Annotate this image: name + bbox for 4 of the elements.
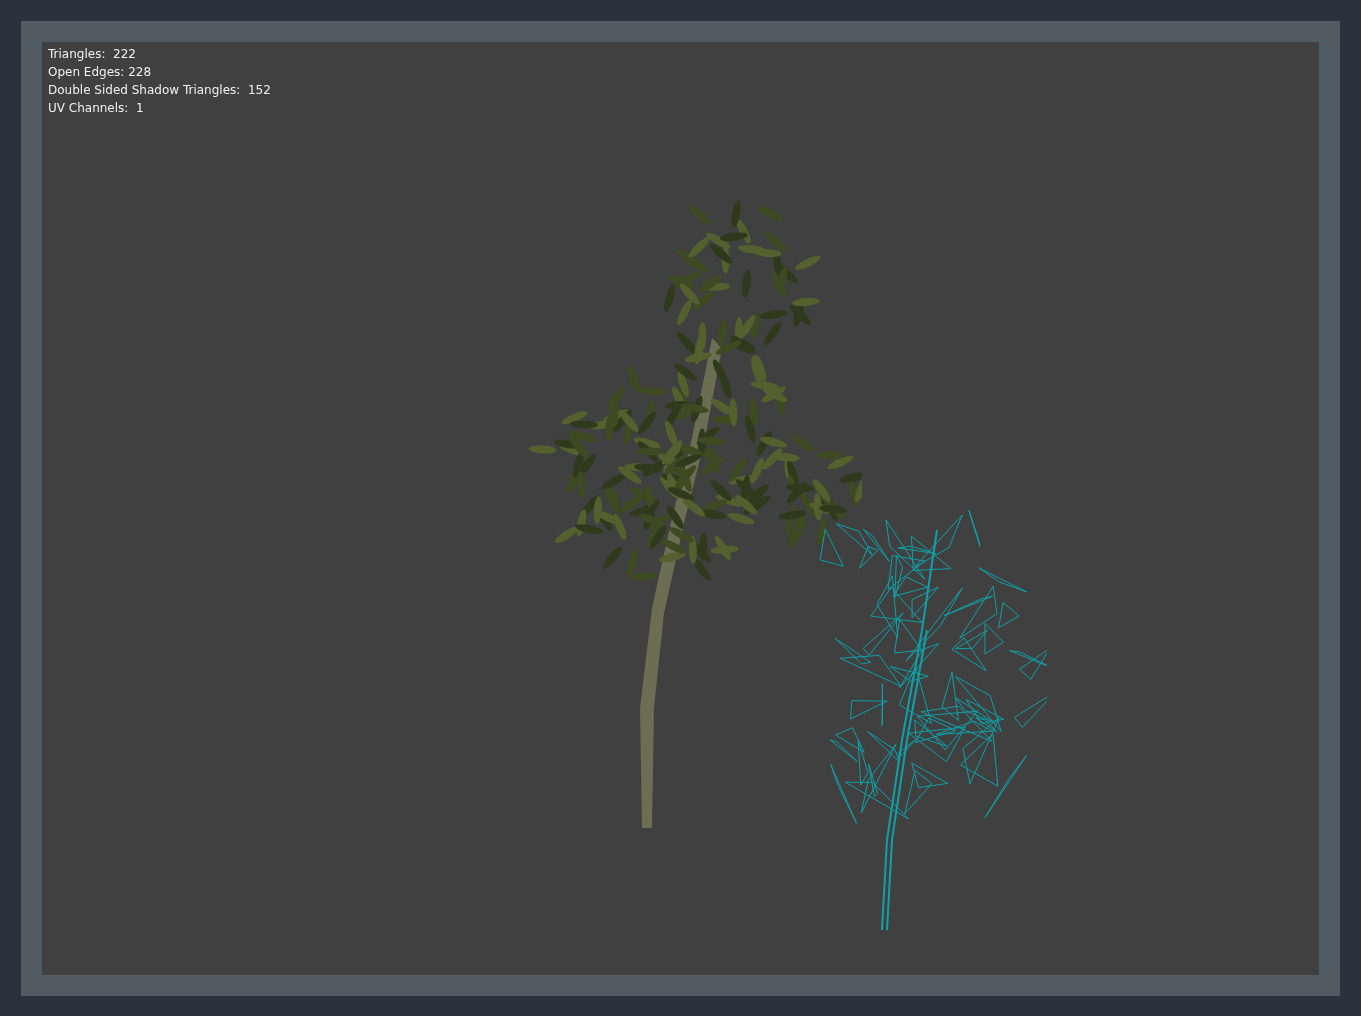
stat-text: UV Channels: 1 <box>48 100 144 117</box>
stat-text: Double Sided Shadow Triangles: 152 <box>48 82 271 99</box>
stat-text: Triangles: 222 <box>48 46 136 63</box>
stat-text: Open Edges: 228 <box>48 64 152 81</box>
